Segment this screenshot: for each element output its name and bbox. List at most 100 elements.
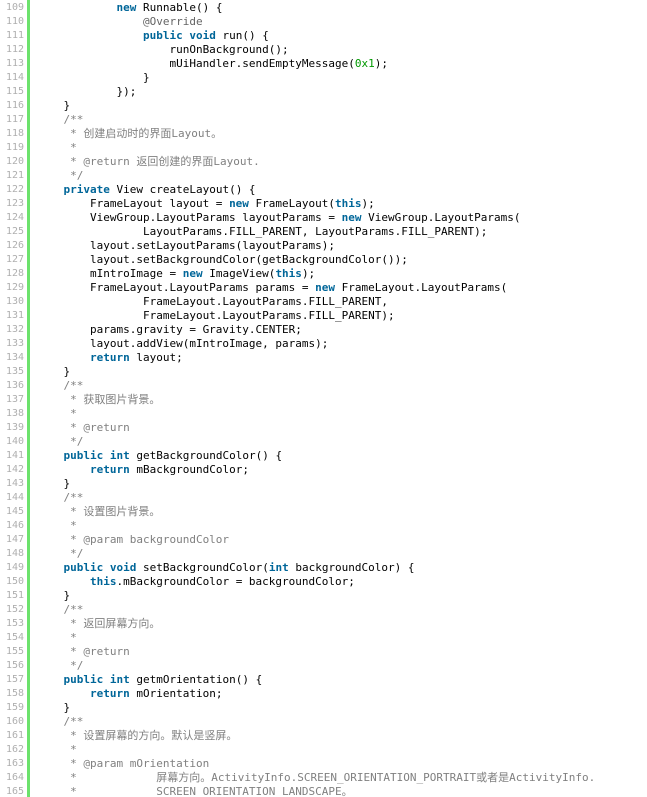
line-number: 125 <box>5 226 24 237</box>
line-code: } <box>37 71 150 85</box>
line-number: 113 <box>5 58 24 69</box>
keyword-token: public <box>63 449 104 462</box>
line-code: * @param backgroundColor <box>37 533 229 547</box>
line-code: public void setBackgroundColor(int backg… <box>37 561 415 575</box>
line-code: @Override <box>37 15 203 29</box>
comment-token: /** <box>37 491 84 504</box>
line-number: 111 <box>5 30 24 41</box>
line-code: * 设置屏幕的方向。默认是竖屏。 <box>37 729 237 743</box>
line-code: FrameLayout layout = new FrameLayout(thi… <box>37 197 375 211</box>
code-line: 140 */ <box>0 435 647 449</box>
line-number: 148 <box>5 548 24 559</box>
line-number: 123 <box>5 198 24 209</box>
keyword-token: public <box>142 29 183 42</box>
line-code: FrameLayout.LayoutParams.FILL_PARENT); <box>37 309 395 323</box>
comment-token: /** <box>37 715 84 728</box>
text-token: ImageView( <box>202 267 276 280</box>
line-number: 133 <box>5 338 24 349</box>
code-line: 164 * 屏幕方向。ActivityInfo.SCREEN_ORIENTATI… <box>0 771 647 785</box>
line-code: runOnBackground(); <box>37 43 289 57</box>
line-number: 141 <box>5 450 24 461</box>
comment-token: * @param backgroundColor <box>37 533 230 546</box>
code-line: 160 /** <box>0 715 647 729</box>
line-number: 155 <box>5 646 24 657</box>
line-code: * 设置图片背景。 <box>37 505 160 519</box>
code-line: 142 return mBackgroundColor; <box>0 463 647 477</box>
line-number: 138 <box>5 408 24 419</box>
code-line: 143 } <box>0 477 647 491</box>
line-number: 126 <box>5 240 24 251</box>
text-token: run() { <box>215 29 269 42</box>
line-code: * @return 返回创建的界面Layout. <box>37 155 260 169</box>
line-code: /** <box>37 715 83 729</box>
code-line: 159 } <box>0 701 647 715</box>
code-line: 133 layout.addView(mIntroImage, params); <box>0 337 647 351</box>
line-code: } <box>37 589 70 603</box>
keyword-token: return <box>89 351 130 364</box>
line-number: 154 <box>5 632 24 643</box>
text-token: View createLayout() { <box>109 183 256 196</box>
line-number: 146 <box>5 520 24 531</box>
line-code: return layout; <box>37 351 183 365</box>
code-line: 112 runOnBackground(); <box>0 43 647 57</box>
keyword-token: void <box>189 29 216 42</box>
code-line: 151 } <box>0 589 647 603</box>
line-code: }); <box>37 85 136 99</box>
keyword-token: void <box>109 561 137 574</box>
code-line: 158 return mOrientation; <box>0 687 647 701</box>
code-line: 117 /** <box>0 113 647 127</box>
comment-token: * @param mOrientation <box>37 757 210 770</box>
code-line: 141 public int getBackgroundColor() { <box>0 449 647 463</box>
code-line: 150 this.mBackgroundColor = backgroundCo… <box>0 575 647 589</box>
code-line: 131 FrameLayout.LayoutParams.FILL_PARENT… <box>0 309 647 323</box>
comment-token: * @return 返回创建的界面Layout. <box>37 155 260 168</box>
comment-token: * <box>37 631 77 644</box>
line-code: return mOrientation; <box>37 687 222 701</box>
comment-token: * 设置图片背景。 <box>37 505 161 518</box>
code-line: 132 params.gravity = Gravity.CENTER; <box>0 323 647 337</box>
code-line: 149 public void setBackgroundColor(int b… <box>0 561 647 575</box>
line-code: */ <box>37 169 83 183</box>
code-line: 125 LayoutParams.FILL_PARENT, LayoutPara… <box>0 225 647 239</box>
comment-token: * 获取图片背景。 <box>37 393 161 406</box>
text-token: getmOrientation() { <box>129 673 263 686</box>
line-code: params.gravity = Gravity.CENTER; <box>37 323 302 337</box>
code-line: 122 private View createLayout() { <box>0 183 647 197</box>
line-number: 153 <box>5 618 24 629</box>
text-token: layout.setLayoutParams(layoutParams); <box>37 239 336 252</box>
line-code: * SCREEN_ORIENTATION_LANDSCAPE。 <box>37 785 353 797</box>
text-token: } <box>37 99 71 112</box>
line-number: 163 <box>5 758 24 769</box>
text-token: } <box>37 477 71 490</box>
text-token: FrameLayout layout = <box>37 197 230 210</box>
line-number: 162 <box>5 744 24 755</box>
comment-token: * SCREEN_ORIENTATION_LANDSCAPE。 <box>37 785 353 797</box>
text-token: backgroundColor) { <box>288 561 415 574</box>
line-number: 112 <box>5 44 24 55</box>
code-line: 109 new Runnable() { <box>0 1 647 15</box>
code-line: 146 * <box>0 519 647 533</box>
comment-token: */ <box>37 659 84 672</box>
text-token: runOnBackground(); <box>37 43 289 56</box>
number-token: 0x1 <box>354 57 375 70</box>
code-line: 144 /** <box>0 491 647 505</box>
comment-token: * 屏幕方向。ActivityInfo.SCREEN_ORIENTATION_P… <box>37 771 596 784</box>
code-line: 130 FrameLayout.LayoutParams.FILL_PARENT… <box>0 295 647 309</box>
line-number: 109 <box>5 2 24 13</box>
code-line: 162 * <box>0 743 647 757</box>
line-number: 128 <box>5 268 24 279</box>
line-number: 156 <box>5 660 24 671</box>
line-code: */ <box>37 659 83 673</box>
code-viewer[interactable]: 109 new Runnable() {110 @Override 111 pub… <box>0 0 647 797</box>
keyword-token: new <box>229 197 249 210</box>
code-line: 148 */ <box>0 547 647 561</box>
text-token: mIntroImage = <box>37 267 183 280</box>
line-number: 150 <box>5 576 24 587</box>
comment-token: * <box>37 141 77 154</box>
code-line: 110 @Override <box>0 15 647 29</box>
keyword-token: new <box>116 1 137 14</box>
line-number: 160 <box>5 716 24 727</box>
